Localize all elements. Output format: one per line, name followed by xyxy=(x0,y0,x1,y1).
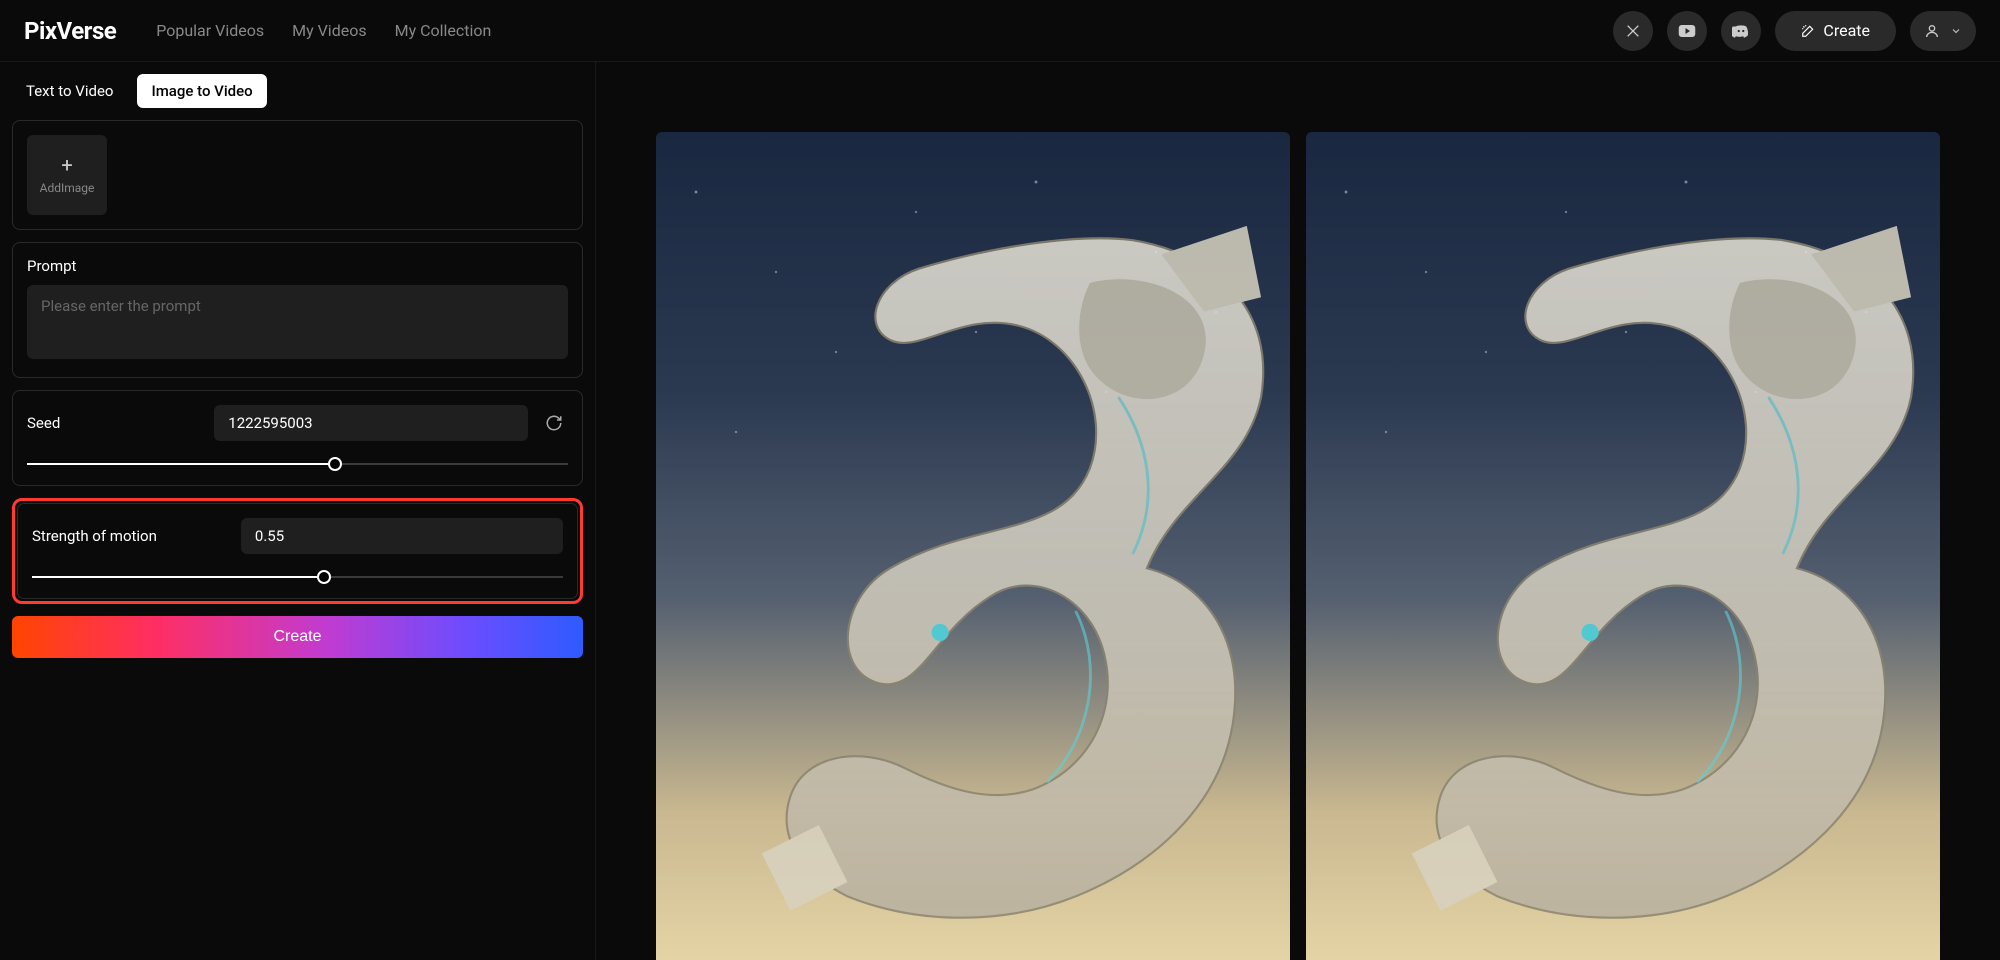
plus-icon: + xyxy=(61,155,72,175)
tab-image-to-video[interactable]: Image to Video xyxy=(137,74,266,108)
nav-popular-videos[interactable]: Popular Videos xyxy=(156,21,264,40)
add-image-button[interactable]: + AddImage xyxy=(27,135,107,215)
dragon-illustration xyxy=(719,200,1290,960)
motion-panel: Strength of motion xyxy=(17,503,578,599)
wand-icon xyxy=(1801,24,1815,38)
nav-links: Popular Videos My Videos My Collection xyxy=(156,21,491,40)
motion-label: Strength of motion xyxy=(32,527,157,545)
user-icon xyxy=(1924,23,1940,39)
motion-input[interactable] xyxy=(241,518,563,554)
logo: PixVerse xyxy=(24,17,116,45)
discord-icon[interactable] xyxy=(1721,11,1761,51)
motion-highlight: Strength of motion xyxy=(12,498,583,604)
mode-tabs: Text to Video Image to Video xyxy=(12,74,583,108)
preview-area xyxy=(596,62,2000,960)
seed-label: Seed xyxy=(27,414,60,432)
dragon-illustration xyxy=(1369,200,1940,960)
seed-reload-button[interactable] xyxy=(540,409,568,437)
seed-input[interactable] xyxy=(214,405,528,441)
add-image-label: AddImage xyxy=(40,181,95,195)
motion-slider[interactable] xyxy=(32,570,563,584)
prompt-label: Prompt xyxy=(27,257,568,275)
add-image-panel: + AddImage xyxy=(12,120,583,230)
chevron-down-icon xyxy=(1950,25,1962,37)
youtube-icon[interactable] xyxy=(1667,11,1707,51)
app-header: PixVerse Popular Videos My Videos My Col… xyxy=(0,0,2000,62)
nav-my-collection[interactable]: My Collection xyxy=(395,21,492,40)
x-twitter-icon[interactable] xyxy=(1613,11,1653,51)
header-create-label: Create xyxy=(1823,21,1870,40)
seed-panel: Seed xyxy=(12,390,583,486)
preview-image-2[interactable] xyxy=(1306,132,1940,960)
nav-my-videos[interactable]: My Videos xyxy=(292,21,366,40)
header-right: Create xyxy=(1613,11,1976,51)
prompt-panel: Prompt xyxy=(12,242,583,378)
prompt-input[interactable] xyxy=(27,285,568,359)
settings-sidebar: Text to Video Image to Video + AddImage … xyxy=(0,62,596,960)
header-create-button[interactable]: Create xyxy=(1775,11,1896,51)
reload-icon xyxy=(545,414,563,432)
create-button[interactable]: Create xyxy=(12,616,583,658)
main-area: Text to Video Image to Video + AddImage … xyxy=(0,62,2000,960)
seed-slider[interactable] xyxy=(27,457,568,471)
user-menu[interactable] xyxy=(1910,11,1976,51)
preview-image-1[interactable] xyxy=(656,132,1290,960)
tab-text-to-video[interactable]: Text to Video xyxy=(12,74,127,108)
